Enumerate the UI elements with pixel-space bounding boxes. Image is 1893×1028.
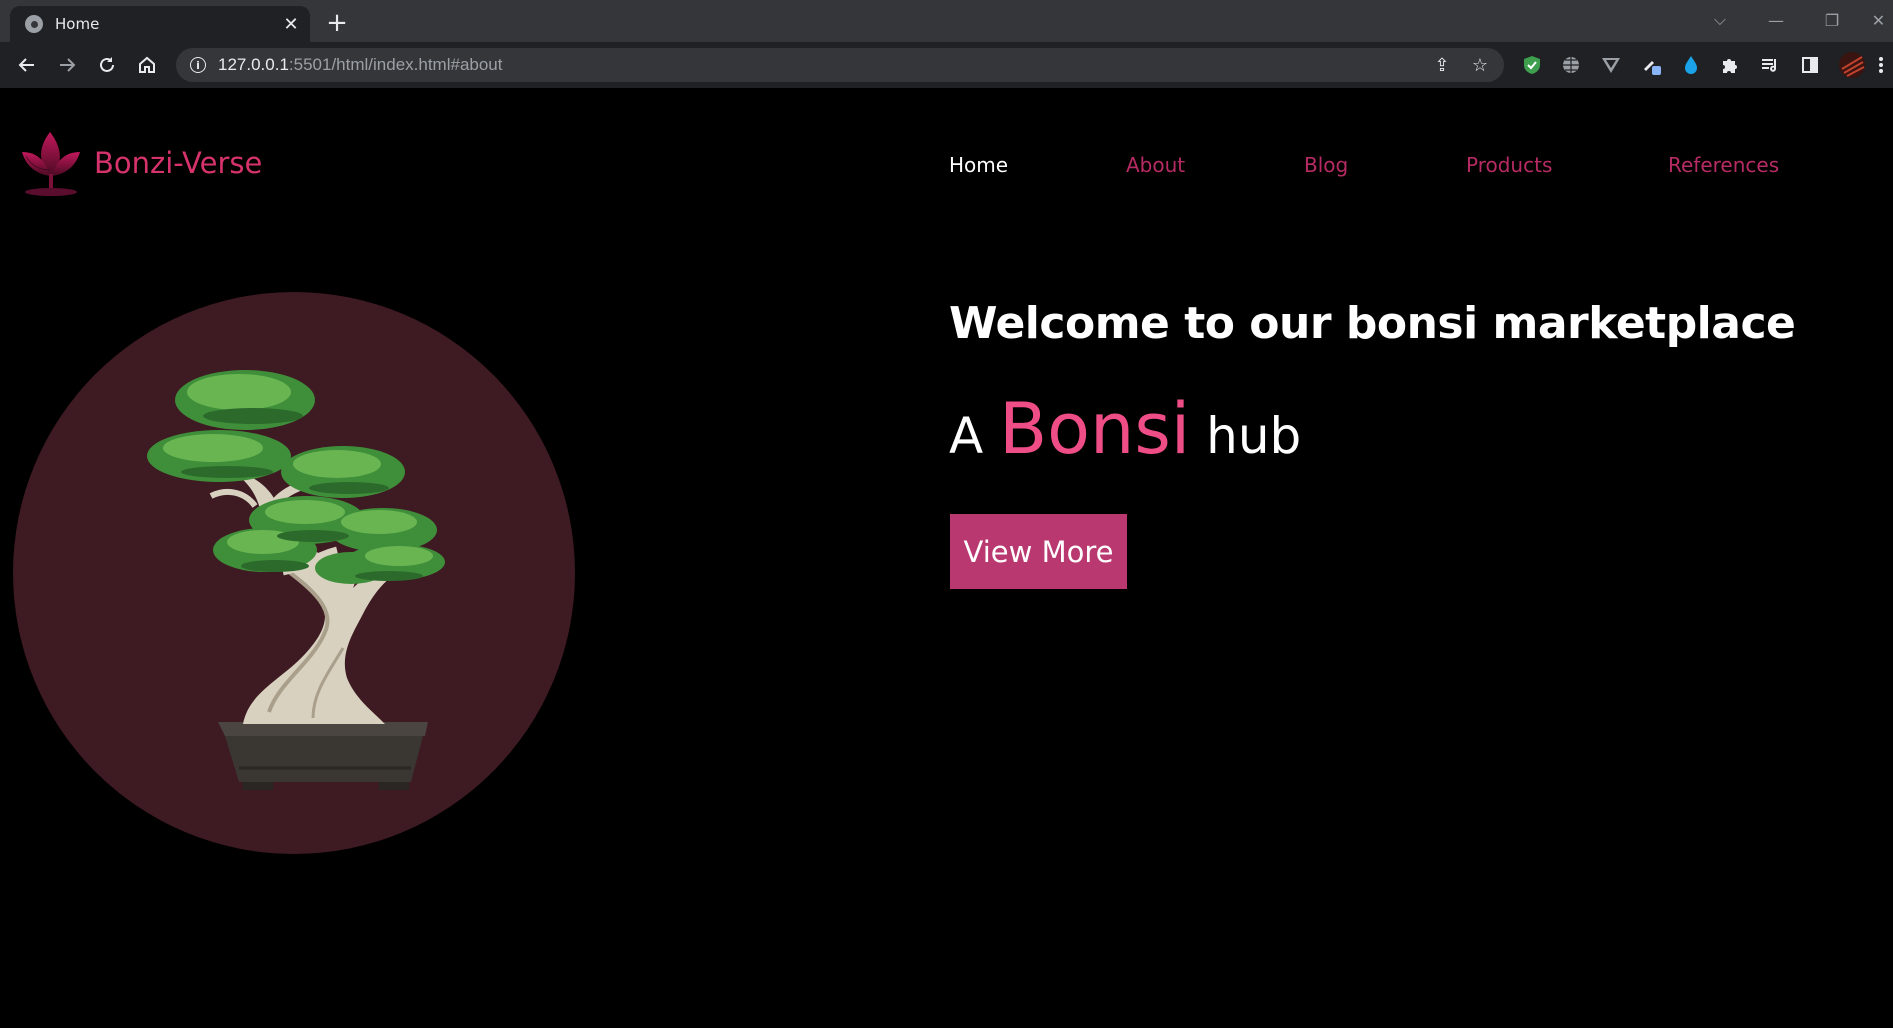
nav-home[interactable]: Home: [949, 153, 1008, 177]
droplet-icon[interactable]: [1679, 53, 1703, 77]
reload-button[interactable]: [92, 50, 122, 80]
site-logo[interactable]: Bonzi-Verse: [20, 126, 262, 200]
vimium-icon[interactable]: [1599, 53, 1623, 77]
nav-about[interactable]: About: [1126, 153, 1185, 177]
new-tab-button[interactable]: +: [322, 8, 352, 38]
hero-image: [13, 292, 575, 854]
reload-icon: [100, 57, 114, 72]
minimize-button[interactable]: —: [1756, 6, 1796, 34]
browser-tab-bar: Home ✕ + ⌵ — ❐ ✕: [0, 0, 1893, 42]
brand-name: Bonzi-Verse: [94, 146, 263, 180]
globe-icon[interactable]: [1559, 53, 1583, 77]
shield-check-icon[interactable]: [1520, 53, 1544, 77]
address-bar[interactable]: i 127.0.0.1:5501/html/index.html#about ⇪…: [176, 48, 1504, 82]
arrow-left-icon: [18, 58, 34, 72]
globe-icon: [25, 15, 43, 33]
arrow-right-icon: [60, 58, 76, 72]
profile-avatar[interactable]: [1837, 50, 1867, 80]
home-icon: [139, 56, 155, 73]
bonsai-illustration: [147, 370, 445, 790]
nav-references[interactable]: References: [1668, 153, 1779, 177]
hero-tagline: A Bonsi hub: [949, 388, 1302, 470]
close-tab-icon[interactable]: ✕: [280, 13, 302, 35]
media-queue-icon[interactable]: [1758, 53, 1782, 77]
tab-title: Home: [55, 15, 100, 33]
site-info-icon[interactable]: i: [190, 57, 206, 73]
tab-search-icon[interactable]: ⌵: [1700, 6, 1740, 34]
page-content: Bonzi-Verse Home About Blog Products Ref…: [0, 88, 1893, 1028]
leaf-logo-icon: [22, 132, 80, 196]
nav-blog[interactable]: Blog: [1304, 153, 1348, 177]
home-button[interactable]: [132, 50, 162, 80]
hero-heading: Welcome to our bonsi marketplace: [949, 298, 1796, 349]
view-more-button[interactable]: View More: [950, 514, 1127, 589]
browser-tab[interactable]: Home ✕: [10, 6, 310, 42]
nav-products[interactable]: Products: [1466, 153, 1552, 177]
browser-toolbar: i 127.0.0.1:5501/html/index.html#about ⇪…: [0, 42, 1893, 88]
forward-button[interactable]: [52, 50, 82, 80]
more-icon[interactable]: [1874, 53, 1888, 77]
url-text[interactable]: 127.0.0.1:5501/html/index.html#about: [218, 55, 1428, 75]
restore-button[interactable]: ❐: [1812, 6, 1852, 34]
bookmark-star-icon[interactable]: ☆: [1466, 51, 1494, 79]
pen-icon[interactable]: [1640, 53, 1664, 77]
close-window-button[interactable]: ✕: [1864, 6, 1893, 34]
back-button[interactable]: [12, 50, 42, 80]
sidebar-icon[interactable]: [1798, 53, 1822, 77]
tagline-accent: Bonsi: [999, 388, 1191, 470]
share-icon[interactable]: ⇪: [1428, 51, 1456, 79]
puzzle-icon[interactable]: [1718, 53, 1742, 77]
